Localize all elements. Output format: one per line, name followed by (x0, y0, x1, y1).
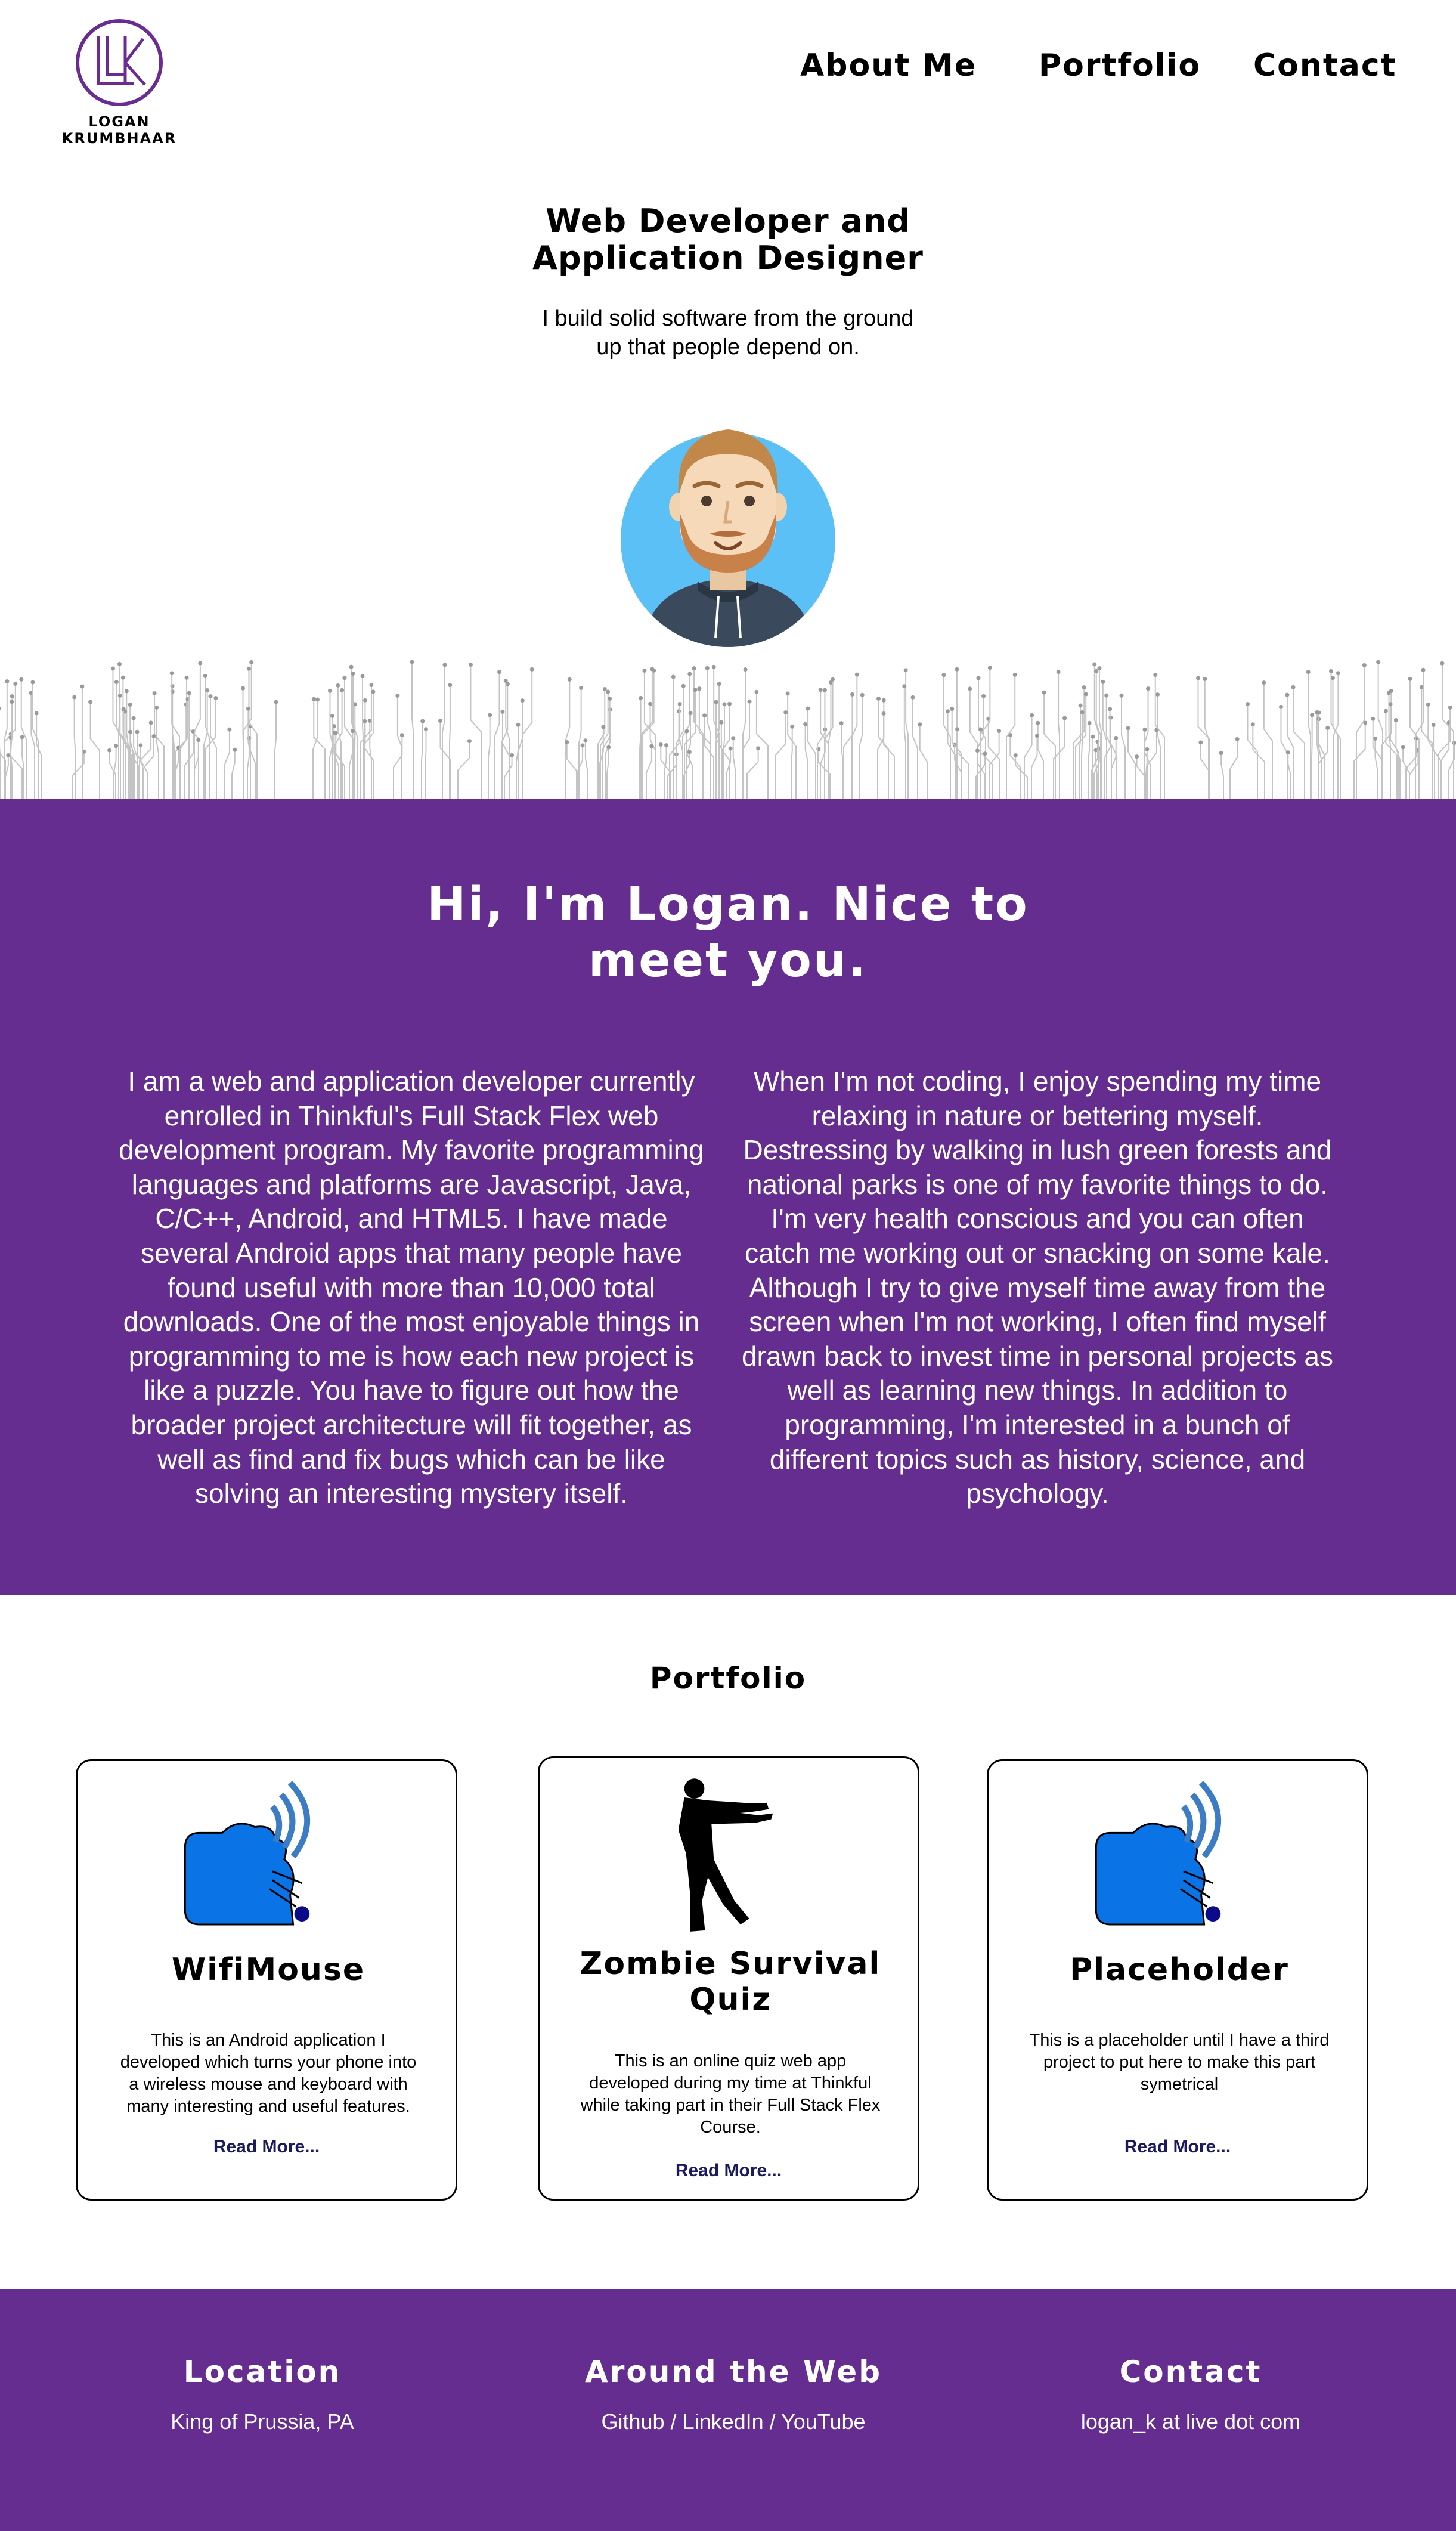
hero-title-line1: Web Developer and (546, 202, 910, 240)
logo-mark-icon (76, 19, 163, 106)
footer-web-title: Around the Web (585, 2354, 882, 2389)
footer-location-text: King of Prussia, PA (171, 2409, 354, 2434)
read-more-link[interactable]: Read More... (540, 2161, 918, 2181)
footer-contact-title: Contact (1119, 2354, 1262, 2389)
linkedin-link[interactable]: LinkedIn (683, 2409, 764, 2434)
footer-contact-text: logan_k at live dot com (1080, 2409, 1301, 2434)
footer-web-links: Github / LinkedIn / YouTube (525, 2409, 942, 2434)
about-section: Hi, I'm Logan. Nice to meet you. I am a … (0, 799, 1456, 1595)
site-header: LOGAN KRUMBHAAR About Me Portfolio Conta… (0, 0, 1456, 179)
hero-subtitle-line2: up that people depend on. (596, 335, 860, 360)
footer-contact: Contact logan_k at live dot com (982, 2354, 1399, 2434)
about-left-paragraph: I am a web and application developer cur… (119, 1066, 704, 1509)
site-footer: Location King of Prussia, PA Around the … (0, 2289, 1456, 2531)
zombie-icon (678, 1778, 773, 1932)
portfolio-card-zombie-quiz[interactable]: Zombie Survival Quiz This is an online q… (538, 1756, 919, 2201)
nav-portfolio[interactable]: Portfolio (1039, 48, 1201, 83)
footer-location-title: Location (183, 2354, 342, 2389)
about-right-paragraph: When I'm not coding, I enjoy spending my… (741, 1066, 1334, 1509)
nav-contact[interactable]: Contact (1253, 48, 1397, 83)
github-link[interactable]: Github (601, 2409, 664, 2434)
about-title-line2: meet you. (588, 934, 868, 988)
about-title: Hi, I'm Logan. Nice to meet you. (370, 877, 1086, 989)
avatar (621, 429, 835, 647)
circuit-pattern-decoration (0, 660, 1456, 799)
read-more-link[interactable]: Read More... (989, 2137, 1367, 2157)
card-description: This is an online quiz web app developed… (580, 2052, 881, 2137)
portfolio-card-placeholder[interactable]: Placeholder This is a placeholder until … (987, 1759, 1368, 2201)
portfolio-title: Portfolio (649, 1661, 807, 1695)
footer-location: Location King of Prussia, PA (54, 2354, 471, 2434)
wifi-mouse-icon (184, 1780, 311, 1926)
read-more-link[interactable]: Read More... (78, 2137, 456, 2157)
hero-subtitle: I build solid software from the ground u… (519, 304, 937, 361)
hero-title: Web Developer and Application Designer (430, 203, 1026, 277)
link-separator: / (664, 2409, 683, 2434)
card-title: WifiMouse (171, 1952, 365, 1988)
hero-title-line2: Application Designer (532, 239, 924, 277)
link-separator: / (763, 2409, 782, 2434)
wifi-mouse-icon (1095, 1780, 1222, 1926)
portfolio-card-wifimouse[interactable]: WifiMouse This is an Android application… (76, 1759, 457, 2201)
youtube-link[interactable]: YouTube (781, 2409, 865, 2434)
card-description: This is a placeholder until I have a thi… (1029, 2031, 1330, 2094)
card-title: Zombie Survival Quiz (580, 1946, 881, 2018)
card-description: This is an Android application I develop… (120, 2031, 417, 2116)
about-title-line1: Hi, I'm Logan. Nice to (427, 878, 1029, 932)
card-title: Placeholder (1070, 1952, 1289, 1988)
footer-around-web: Around the Web Github / LinkedIn / YouTu… (525, 2354, 942, 2434)
nav-about-me[interactable]: About Me (800, 48, 977, 83)
logo[interactable]: LOGAN KRUMBHAAR (30, 18, 209, 147)
logo-text: LOGAN KRUMBHAAR (61, 113, 177, 147)
hero-subtitle-line1: I build solid software from the ground (542, 306, 914, 331)
